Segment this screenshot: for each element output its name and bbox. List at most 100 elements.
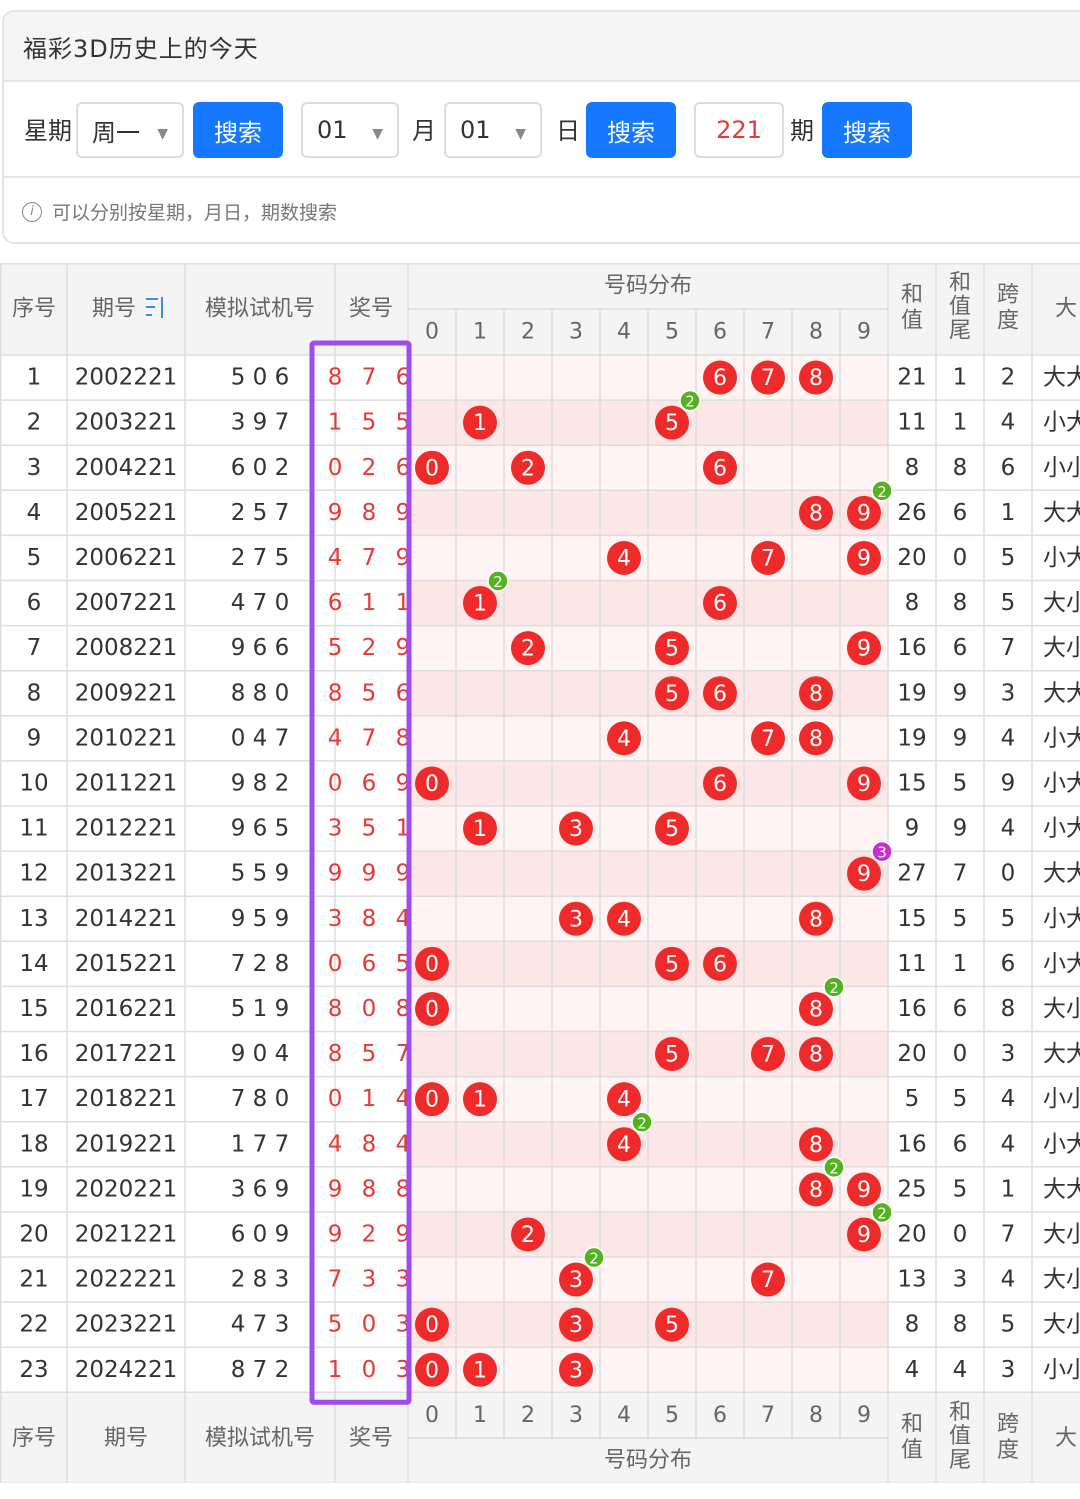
row-issue: 2013221 [75,861,177,887]
row-index: 3 [27,455,42,481]
row-sum: 11 [897,410,926,436]
number-ball-label: 7 [761,1043,775,1068]
number-ball-label: 5 [665,817,679,842]
number-ball-label: 7 [761,727,775,752]
row-sum: 20 [897,1221,926,1247]
row-issue: 2019221 [75,1131,177,1157]
number-ball-label: 0 [425,772,439,797]
row-sum: 15 [897,906,926,932]
number-ball-label: 2 [521,1223,535,1248]
number-ball-label: 0 [425,1313,439,1338]
number-ball-label: 3 [569,907,583,932]
row-sum: 25 [897,1176,926,1202]
row-span: 1 [1001,1176,1016,1202]
number-ball-label: 9 [857,772,871,797]
row-big-small: 大大 [1043,500,1080,526]
row-big-small: 大小 [1043,635,1080,661]
footer-issue: 期号 [104,1426,148,1451]
header-sum-tail: 值 [949,295,971,320]
row-sum-tail: 5 [953,770,968,796]
number-ball-label: 3 [569,1268,583,1293]
day-select[interactable]: 01 ▼ [444,102,542,158]
number-ball-label: 4 [617,727,631,752]
number-ball-label: 6 [713,772,727,797]
row-issue: 2023221 [75,1312,177,1338]
header-sum-tail: 和 [949,271,971,296]
row-award: 9 8 8 [328,1176,417,1202]
row-sim: 8 8 0 [231,680,290,706]
row-sim: 3 6 9 [231,1176,290,1202]
row-issue: 2007221 [75,590,177,616]
row-big-small: 小大 [1043,545,1080,571]
issue-search-button[interactable]: 搜索 [822,102,912,158]
row-sum-tail: 1 [953,951,968,977]
row-sum: 9 [905,816,920,842]
row-award: 8 5 7 [328,1041,417,1067]
history-table: 序号 期号 模拟试机号 奖号 号码分布 0 1 2 3 4 5 6 7 8 9 和值和值尾跨度大序号 期号 模拟试… [0,263,1080,1483]
row-index: 7 [27,635,42,661]
header-award: 奖号 [349,297,393,322]
footer-sum-tail: 和 [949,1400,971,1425]
week-select-value: 周一 [92,118,140,147]
row-sum: 19 [897,680,926,706]
header-digit: 0 [425,320,439,345]
row-span: 7 [1001,1221,1016,1247]
row-span: 6 [1001,951,1016,977]
row-award: 9 9 9 [328,861,417,887]
issue-input[interactable]: 221 [694,102,784,158]
footer-sum: 和 [901,1412,923,1437]
repeat-badge-label: 2 [829,979,839,997]
number-ball-label: 0 [425,997,439,1022]
row-big-small: 小大 [1043,816,1080,842]
row-index: 8 [27,680,42,706]
row-award: 8 5 6 [328,680,417,706]
row-big-small: 小大 [1043,410,1080,436]
week-select[interactable]: 周一 ▼ [76,102,184,158]
date-search-button[interactable]: 搜索 [586,102,676,158]
search-card: 福彩3D历史上的今天 星期 周一 ▼ 搜索 01 ▼ 月 01 ▼ 日 搜索 2… [2,10,1080,244]
number-ball-label: 1 [473,592,487,617]
footer-index: 序号 [12,1426,56,1451]
footer-digit: 9 [857,1403,871,1428]
row-sum: 19 [897,725,926,751]
row-sum-tail: 0 [953,545,968,571]
row-sim: 5 1 9 [231,996,290,1022]
row-sum: 16 [897,1131,926,1157]
row-span: 5 [1001,590,1016,616]
row-span: 8 [1001,996,1016,1022]
number-ball-label: 5 [665,682,679,707]
row-index: 11 [19,816,48,842]
month-select-value: 01 [317,116,348,144]
row-issue: 2022221 [75,1267,177,1293]
row-index: 5 [27,545,42,571]
row-index: 2 [27,410,42,436]
row-sum-tail: 5 [953,1176,968,1202]
row-index: 17 [19,1086,48,1112]
row-issue: 2002221 [75,365,177,391]
header-sum: 值 [901,309,923,334]
month-select[interactable]: 01 ▼ [301,102,399,158]
number-ball-label: 3 [569,1358,583,1383]
row-big-small: 小大 [1043,770,1080,796]
row-award: 5 2 9 [328,635,417,661]
row-sum: 8 [905,590,920,616]
number-ball-label: 5 [665,637,679,662]
header-digit: 4 [617,320,631,345]
row-big-small: 小大 [1043,1131,1080,1157]
number-ball-label: 9 [857,637,871,662]
number-ball-label: 8 [809,1133,823,1158]
row-sim: 7 2 8 [231,951,290,977]
week-search-button[interactable]: 搜索 [193,102,283,158]
number-ball-label: 7 [761,546,775,571]
row-award: 1 0 3 [328,1357,417,1383]
row-sum-tail: 8 [953,1312,968,1338]
row-sum-tail: 5 [953,1086,968,1112]
info-icon: i [22,201,42,222]
row-sum-tail: 3 [953,1267,968,1293]
row-sim: 9 0 4 [231,1041,290,1067]
header-digit: 8 [809,320,823,345]
row-issue: 2012221 [75,816,177,842]
row-sum-tail: 9 [953,816,968,842]
row-sum-tail: 9 [953,680,968,706]
row-issue: 2018221 [75,1086,177,1112]
